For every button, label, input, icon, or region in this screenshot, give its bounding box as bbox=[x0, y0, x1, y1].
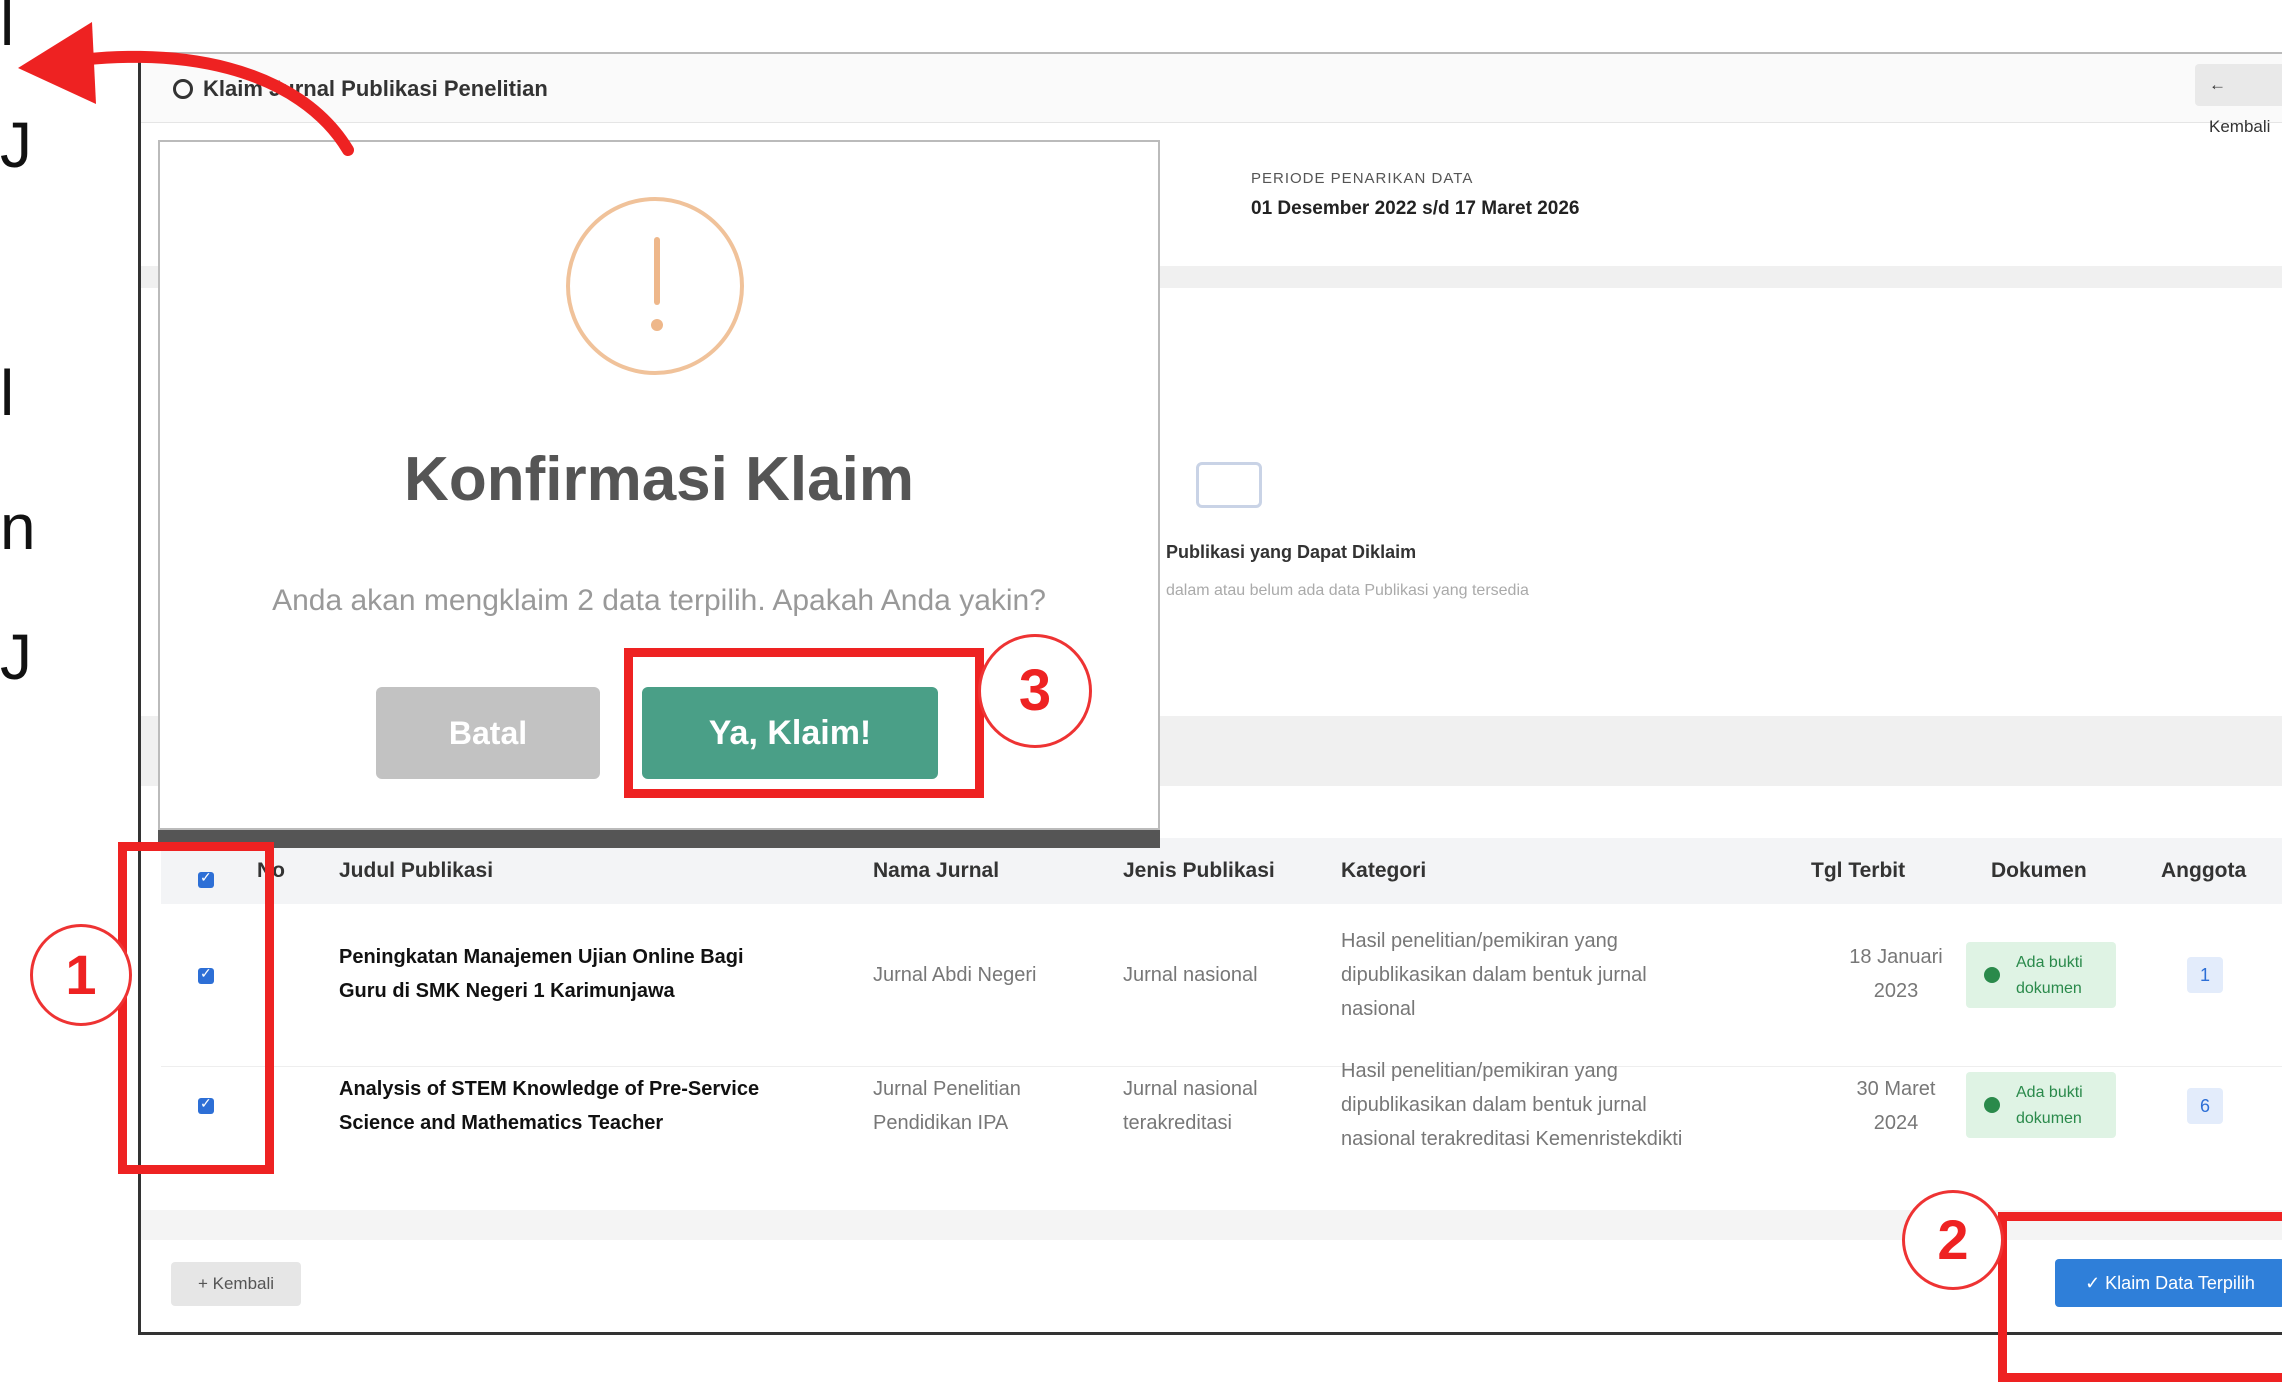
back-button-top[interactable]: ← Kembali bbox=[2195, 64, 2282, 136]
category-line: Hasil penelitian/pemikiran yang bbox=[1341, 1060, 1618, 1082]
publication-category: Hasil penelitian/pemikiran yang dipublik… bbox=[1341, 1054, 1682, 1156]
annotation-badge-3: 3 bbox=[978, 634, 1092, 748]
publication-title-line: Peningkatan Manajemen Ujian Online Bagi bbox=[339, 946, 744, 968]
annotation-arrow-icon bbox=[18, 22, 354, 156]
back-button-top-label: Kembali bbox=[2209, 117, 2271, 136]
annotation-badge-1: 1 bbox=[30, 924, 132, 1026]
journal-name: Jurnal Penelitian Pendidikan IPA bbox=[873, 1072, 1021, 1140]
publish-date: 30 Maret 2024 bbox=[1841, 1072, 1951, 1140]
edge-glyph: J bbox=[0, 621, 32, 693]
cancel-button[interactable]: Batal bbox=[376, 687, 600, 779]
period-value: 01 Desember 2022 s/d 17 Maret 2026 bbox=[1251, 198, 1580, 219]
back-button[interactable]: + Kembali bbox=[171, 1262, 301, 1306]
publication-title-line: Guru di SMK Negeri 1 Karimunjawa bbox=[339, 980, 675, 1002]
column-header-date: Tgl Terbit bbox=[1811, 859, 1906, 882]
warning-icon bbox=[566, 197, 744, 375]
column-header-title: Judul Publikasi bbox=[339, 859, 494, 882]
empty-state-title: Publikasi yang Dapat Diklaim bbox=[1166, 542, 1417, 562]
publication-type: Jurnal nasional terakreditasi bbox=[1123, 1072, 1258, 1140]
annotation-badge-2: 2 bbox=[1902, 1190, 2004, 1290]
dialog-message: Anda akan mengklaim 2 data terpilih. Apa… bbox=[272, 584, 1046, 617]
empty-state-subtitle: dalam atau belum ada data Publikasi yang… bbox=[1166, 582, 1529, 599]
column-header-document: Dokumen bbox=[1991, 859, 2087, 882]
publish-date-line: 2024 bbox=[1873, 1112, 1919, 1134]
document-badge-line: Ada bukti bbox=[2016, 954, 2083, 971]
check-circle-icon bbox=[1984, 967, 2000, 983]
annotation-box-3 bbox=[624, 648, 984, 798]
journal-name-line: Pendidikan IPA bbox=[873, 1112, 1009, 1134]
category-line: dipublikasikan dalam bentuk jurnal bbox=[1341, 964, 1647, 986]
back-button-label: Kembali bbox=[212, 1274, 275, 1293]
category-line: dipublikasikan dalam bentuk jurnal bbox=[1341, 1094, 1647, 1116]
window-titlebar: Klaim Jurnal Publikasi Penelitian ← Kemb… bbox=[141, 54, 2282, 136]
publication-title[interactable]: Peningkatan Manajemen Ujian Online Bagi … bbox=[339, 940, 744, 1008]
column-header-type: Jenis Publikasi bbox=[1123, 859, 1275, 882]
folder-icon bbox=[1196, 462, 1262, 508]
publication-type: Jurnal nasional bbox=[1123, 958, 1258, 992]
document-badge-line: dokumen bbox=[2016, 980, 2082, 997]
publication-type-line: terakreditasi bbox=[1123, 1112, 1232, 1134]
column-header-members: Anggota bbox=[2161, 859, 2247, 882]
journal-name: Jurnal Abdi Negeri bbox=[873, 958, 1036, 992]
members-button[interactable]: 1 bbox=[2187, 957, 2223, 993]
edge-glyph: n bbox=[0, 491, 36, 563]
column-header-journal: Nama Jurnal bbox=[873, 859, 1000, 882]
publication-category: Hasil penelitian/pemikiran yang dipublik… bbox=[1341, 924, 1647, 1026]
annotation-box-2 bbox=[1998, 1212, 2282, 1382]
column-header-category: Kategori bbox=[1341, 859, 1427, 882]
publish-date: 18 Januari 2023 bbox=[1841, 940, 1951, 1008]
publish-date-line: 18 Januari bbox=[1849, 946, 1943, 968]
publication-title-line: Science and Mathematics Teacher bbox=[339, 1112, 664, 1134]
edge-glyph: l bbox=[0, 357, 15, 429]
warning-icon-bar bbox=[654, 237, 660, 305]
warning-icon-dot bbox=[651, 319, 663, 331]
members-button[interactable]: 6 bbox=[2187, 1088, 2223, 1124]
check-circle-icon bbox=[1984, 1097, 2000, 1113]
dialog-title: Konfirmasi Klaim bbox=[404, 445, 914, 514]
publication-title[interactable]: Analysis of STEM Knowledge of Pre-Servic… bbox=[339, 1072, 759, 1140]
publish-date-line: 2023 bbox=[1873, 980, 1919, 1002]
document-badge: Ada bukti dokumen bbox=[1966, 1072, 2116, 1138]
publish-date-line: 30 Maret bbox=[1856, 1078, 1936, 1100]
category-line: nasional terakreditasi Kemenristekdikti bbox=[1341, 1128, 1683, 1150]
publication-type-line: Jurnal nasional bbox=[1123, 1078, 1258, 1100]
journal-name-line: Jurnal Penelitian bbox=[873, 1078, 1021, 1100]
period-label: PERIODE PENARIKAN DATA bbox=[1251, 170, 1474, 187]
document-badge-line: dokumen bbox=[2016, 1110, 2082, 1127]
document-badge-line: Ada bukti bbox=[2016, 1084, 2083, 1101]
annotation-box-1 bbox=[118, 842, 274, 1174]
publication-type-line: Jurnal nasional bbox=[1123, 964, 1258, 986]
category-line: Hasil penelitian/pemikiran yang bbox=[1341, 930, 1618, 952]
category-line: nasional bbox=[1341, 998, 1416, 1020]
publication-title-line: Analysis of STEM Knowledge of Pre-Servic… bbox=[339, 1078, 760, 1100]
journal-name-line: Jurnal Abdi Negeri bbox=[873, 964, 1037, 986]
row-divider bbox=[161, 1066, 2282, 1067]
document-badge: Ada bukti dokumen bbox=[1966, 942, 2116, 1008]
